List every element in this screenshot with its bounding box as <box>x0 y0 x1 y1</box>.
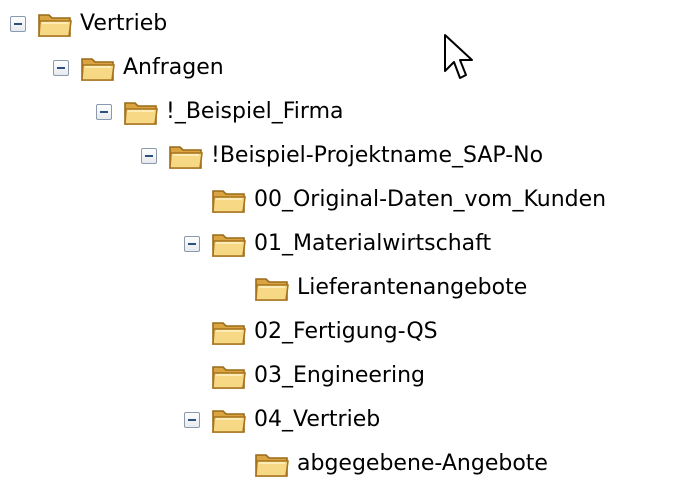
tree-node-lieferantenangebote[interactable]: Lieferantenangebote <box>227 266 527 310</box>
tree-node-label: 00_Original-Daten_vom_Kunden <box>254 187 607 212</box>
folder-tree: Vertrieb Anfragen !_Beispiel_Firma !Beis… <box>0 0 694 479</box>
folder-icon <box>254 450 290 478</box>
collapse-minus-icon[interactable] <box>10 16 26 32</box>
tree-node-label: Lieferantenangebote <box>297 275 528 300</box>
folder-icon <box>211 230 247 258</box>
tree-node-engineering[interactable]: 03_Engineering <box>184 354 425 398</box>
tree-node-vertrieb[interactable]: Vertrieb <box>10 2 167 46</box>
folder-icon <box>37 10 73 38</box>
folder-icon <box>211 362 247 390</box>
tree-node-label: 03_Engineering <box>254 363 425 388</box>
folder-icon <box>80 54 116 82</box>
mouse-pointer-icon <box>444 34 473 79</box>
collapse-minus-icon[interactable] <box>184 236 200 252</box>
tree-node-label: Anfragen <box>123 55 224 80</box>
tree-node-anfragen[interactable]: Anfragen <box>53 46 224 90</box>
tree-node-label: 02_Fertigung-QS <box>254 319 438 344</box>
tree-node-label: !_Beispiel_Firma <box>166 99 344 124</box>
tree-node-label: !Beispiel-Projektname_SAP-No <box>211 143 544 168</box>
folder-icon <box>211 406 247 434</box>
tree-node-abgegebene-angebote[interactable]: abgegebene-Angebote <box>227 442 548 486</box>
folder-icon <box>211 186 247 214</box>
tree-node-label: Vertrieb <box>80 11 168 36</box>
collapse-minus-icon[interactable] <box>141 148 157 164</box>
tree-node-original-daten[interactable]: 00_Original-Daten_vom_Kunden <box>184 178 606 222</box>
tree-node-label: 04_Vertrieb <box>254 407 381 432</box>
tree-node-beispiel-firma[interactable]: !_Beispiel_Firma <box>96 90 343 134</box>
collapse-minus-icon[interactable] <box>53 60 69 76</box>
tree-node-beispiel-projektname[interactable]: !Beispiel-Projektname_SAP-No <box>141 134 543 178</box>
folder-icon <box>168 142 204 170</box>
tree-node-vertrieb-04[interactable]: 04_Vertrieb <box>184 398 380 442</box>
tree-node-materialwirtschaft[interactable]: 01_Materialwirtschaft <box>184 222 491 266</box>
folder-icon <box>123 98 159 126</box>
tree-node-fertigung-qs[interactable]: 02_Fertigung-QS <box>184 310 438 354</box>
collapse-minus-icon[interactable] <box>96 104 112 120</box>
tree-node-label: abgegebene-Angebote <box>297 451 548 476</box>
collapse-minus-icon[interactable] <box>184 412 200 428</box>
folder-icon <box>211 318 247 346</box>
tree-node-label: 01_Materialwirtschaft <box>254 231 492 256</box>
folder-icon <box>254 274 290 302</box>
